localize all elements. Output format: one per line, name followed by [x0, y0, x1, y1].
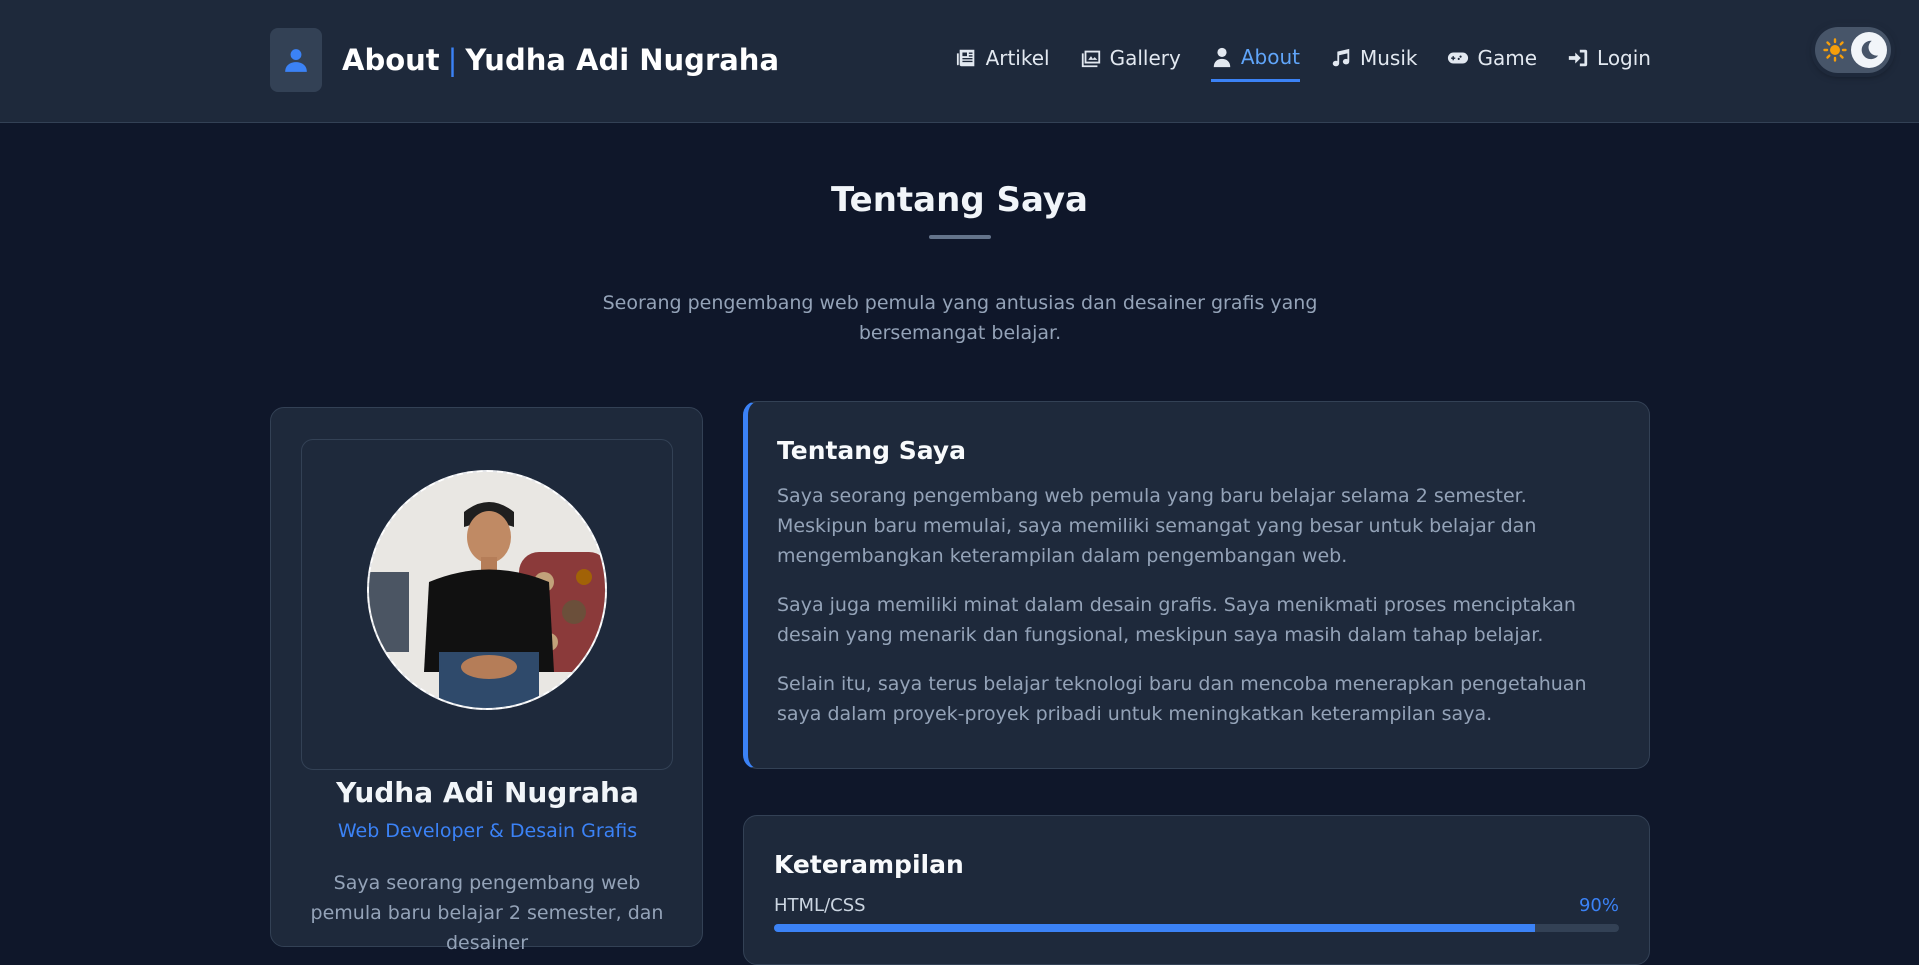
profile-bio: Saya seorang pengembang web pemula baru … — [310, 872, 664, 954]
about-card: Tentang Saya Saya seorang pengembang web… — [743, 401, 1650, 769]
nav-label: Artikel — [985, 46, 1050, 70]
skill-progress-fill — [774, 924, 1535, 932]
page-title: Tentang Saya — [830, 180, 1088, 220]
nav-item-about[interactable]: About — [1210, 40, 1300, 82]
profile-name: Yudha Adi Nugraha — [336, 776, 639, 809]
nav-label: Musik — [1359, 46, 1418, 70]
profile-card: Yudha Adi Nugraha Web Developer & Desain… — [270, 407, 703, 954]
photo-frame — [301, 439, 673, 770]
nav-item-game[interactable]: Game — [1447, 40, 1537, 82]
nav-item-gallery[interactable]: Gallery — [1080, 40, 1181, 82]
skills-card-title: Keterampilan — [774, 850, 964, 879]
music-icon — [1332, 48, 1350, 67]
profile-role: Web Developer & Desain Grafis — [337, 820, 638, 842]
nav-item-login[interactable]: Login — [1567, 40, 1651, 82]
nav-item-artikel[interactable]: Artikel — [956, 40, 1050, 82]
toggle-knob — [1851, 32, 1887, 68]
title-underline — [929, 235, 991, 239]
skills-card: Keterampilan HTML/CSS 90% — [743, 815, 1650, 965]
brand-title: About | Yudha Adi Nugraha — [342, 43, 779, 77]
nav-label: Game — [1477, 46, 1538, 70]
skill-row: HTML/CSS 90% — [774, 895, 1619, 916]
nav-label: Login — [1597, 46, 1651, 70]
skill-name: HTML/CSS — [774, 895, 866, 916]
about-paragraph: Saya seorang pengembang web pemula yang … — [777, 485, 1537, 567]
images-icon — [1081, 50, 1100, 68]
profile-photo — [367, 470, 607, 710]
sign-in-icon — [1568, 49, 1588, 67]
about-card-title: Tentang Saya — [777, 436, 966, 465]
about-paragraph: Selain itu, saya terus belajar teknologi… — [777, 673, 1587, 725]
nav-label: Gallery — [1109, 46, 1181, 70]
theme-toggle[interactable] — [1815, 27, 1891, 73]
about-paragraph: Saya juga memiliki minat dalam desain gr… — [777, 594, 1576, 646]
top-navbar: About | Yudha Adi Nugraha Artikel Gallery … — [0, 0, 1919, 123]
nav-item-musik[interactable]: Musik — [1330, 40, 1418, 82]
skill-progress-bar — [774, 924, 1619, 932]
page-name: About — [342, 43, 440, 77]
newspaper-icon — [956, 49, 974, 67]
brand-name: Yudha Adi Nugraha — [465, 43, 780, 77]
main-nav: Artikel Gallery About Musik Game Login — [956, 40, 1651, 84]
gamepad-icon — [1448, 52, 1469, 64]
brand-separator: | — [447, 43, 458, 77]
user-icon — [270, 28, 322, 92]
brand[interactable]: About | Yudha Adi Nugraha — [270, 28, 779, 92]
page-subtitle: Seorang pengembang web pemula yang antus… — [602, 292, 1318, 344]
moon-icon — [1861, 40, 1879, 60]
sun-icon — [1823, 38, 1847, 62]
user-icon — [1213, 47, 1231, 67]
nav-label: About — [1240, 44, 1300, 69]
skill-percent: 90% — [1578, 895, 1619, 916]
